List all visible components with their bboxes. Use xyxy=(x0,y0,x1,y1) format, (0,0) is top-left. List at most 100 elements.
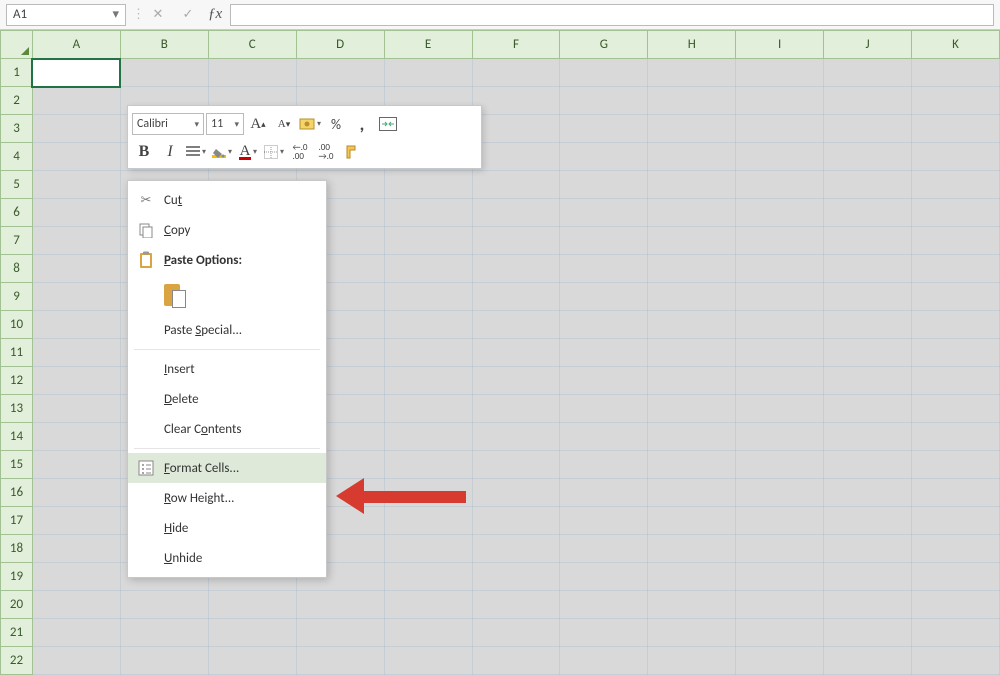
row-header[interactable]: 1 xyxy=(1,59,33,87)
cell[interactable] xyxy=(736,479,824,507)
column-header[interactable]: D xyxy=(296,31,384,59)
cell[interactable] xyxy=(824,591,912,619)
cell[interactable] xyxy=(736,367,824,395)
row-header[interactable]: 7 xyxy=(1,227,33,255)
cell[interactable] xyxy=(648,255,736,283)
cell[interactable] xyxy=(32,59,120,87)
cell[interactable] xyxy=(912,87,1000,115)
copy-menu-item[interactable]: Copy xyxy=(128,215,326,245)
cell[interactable] xyxy=(736,591,824,619)
cell[interactable] xyxy=(32,479,120,507)
cell[interactable] xyxy=(560,255,648,283)
cell[interactable] xyxy=(472,171,560,199)
cell[interactable] xyxy=(824,563,912,591)
cell[interactable] xyxy=(472,619,560,647)
cell[interactable] xyxy=(560,535,648,563)
dropdown-icon[interactable]: ▾ xyxy=(234,119,239,130)
cell[interactable] xyxy=(384,339,472,367)
cell[interactable] xyxy=(560,199,648,227)
row-header[interactable]: 8 xyxy=(1,255,33,283)
row-header[interactable]: 11 xyxy=(1,339,33,367)
cell[interactable] xyxy=(384,395,472,423)
select-all-corner[interactable] xyxy=(1,31,33,59)
cell[interactable] xyxy=(472,647,560,675)
cell[interactable] xyxy=(824,227,912,255)
cell[interactable] xyxy=(32,423,120,451)
cell[interactable] xyxy=(560,619,648,647)
cell[interactable] xyxy=(648,591,736,619)
cell[interactable] xyxy=(824,451,912,479)
cell[interactable] xyxy=(32,255,120,283)
cell[interactable] xyxy=(912,395,1000,423)
column-header[interactable]: E xyxy=(384,31,472,59)
cell[interactable] xyxy=(384,199,472,227)
cell[interactable] xyxy=(32,87,120,115)
cell[interactable] xyxy=(296,59,384,87)
name-box[interactable]: A1 ▾ xyxy=(6,4,126,26)
cell[interactable] xyxy=(560,171,648,199)
cell[interactable] xyxy=(120,591,208,619)
cell[interactable] xyxy=(32,199,120,227)
cell[interactable] xyxy=(912,507,1000,535)
row-header[interactable]: 14 xyxy=(1,423,33,451)
font-size-input[interactable]: 11 ▾ xyxy=(206,113,244,135)
accounting-format-button[interactable] xyxy=(298,112,322,136)
cell[interactable] xyxy=(912,227,1000,255)
cell[interactable] xyxy=(472,479,560,507)
cell[interactable] xyxy=(736,87,824,115)
cell[interactable] xyxy=(384,535,472,563)
cell[interactable] xyxy=(912,479,1000,507)
decrease-decimal-button[interactable]: .00→.0 xyxy=(314,140,338,164)
cell[interactable] xyxy=(648,115,736,143)
cell[interactable] xyxy=(912,143,1000,171)
merge-center-button[interactable] xyxy=(376,112,400,136)
italic-button[interactable]: I xyxy=(158,140,182,164)
cell[interactable] xyxy=(560,339,648,367)
cell[interactable] xyxy=(648,199,736,227)
cell[interactable] xyxy=(384,367,472,395)
cell[interactable] xyxy=(32,171,120,199)
formula-input[interactable] xyxy=(230,4,994,26)
column-header[interactable]: F xyxy=(472,31,560,59)
cell[interactable] xyxy=(472,423,560,451)
cell[interactable] xyxy=(560,115,648,143)
cell[interactable] xyxy=(384,283,472,311)
cell[interactable] xyxy=(736,535,824,563)
cell[interactable] xyxy=(32,367,120,395)
font-name-input[interactable]: Calibri ▾ xyxy=(132,113,204,135)
cell[interactable] xyxy=(472,507,560,535)
cell[interactable] xyxy=(824,647,912,675)
cell[interactable] xyxy=(32,311,120,339)
cell[interactable] xyxy=(648,507,736,535)
cell[interactable] xyxy=(824,367,912,395)
cell[interactable] xyxy=(384,171,472,199)
cell[interactable] xyxy=(384,479,472,507)
cell[interactable] xyxy=(824,199,912,227)
cell[interactable] xyxy=(384,255,472,283)
cell[interactable] xyxy=(648,535,736,563)
cell[interactable] xyxy=(648,619,736,647)
column-header[interactable]: G xyxy=(560,31,648,59)
cell[interactable] xyxy=(736,199,824,227)
cell[interactable] xyxy=(472,115,560,143)
cell[interactable] xyxy=(648,59,736,87)
cell[interactable] xyxy=(32,451,120,479)
cell[interactable] xyxy=(560,227,648,255)
row-header[interactable]: 5 xyxy=(1,171,33,199)
row-header[interactable]: 12 xyxy=(1,367,33,395)
cell[interactable] xyxy=(560,367,648,395)
cell[interactable] xyxy=(560,59,648,87)
cell[interactable] xyxy=(736,395,824,423)
cell[interactable] xyxy=(472,311,560,339)
cell[interactable] xyxy=(384,647,472,675)
cell[interactable] xyxy=(648,367,736,395)
cell[interactable] xyxy=(472,87,560,115)
column-header[interactable]: K xyxy=(912,31,1000,59)
cell[interactable] xyxy=(384,507,472,535)
bold-button[interactable]: B xyxy=(132,140,156,164)
cell[interactable] xyxy=(32,591,120,619)
row-header[interactable]: 9 xyxy=(1,283,33,311)
cell[interactable] xyxy=(472,227,560,255)
cell[interactable] xyxy=(736,647,824,675)
cell[interactable] xyxy=(824,283,912,311)
